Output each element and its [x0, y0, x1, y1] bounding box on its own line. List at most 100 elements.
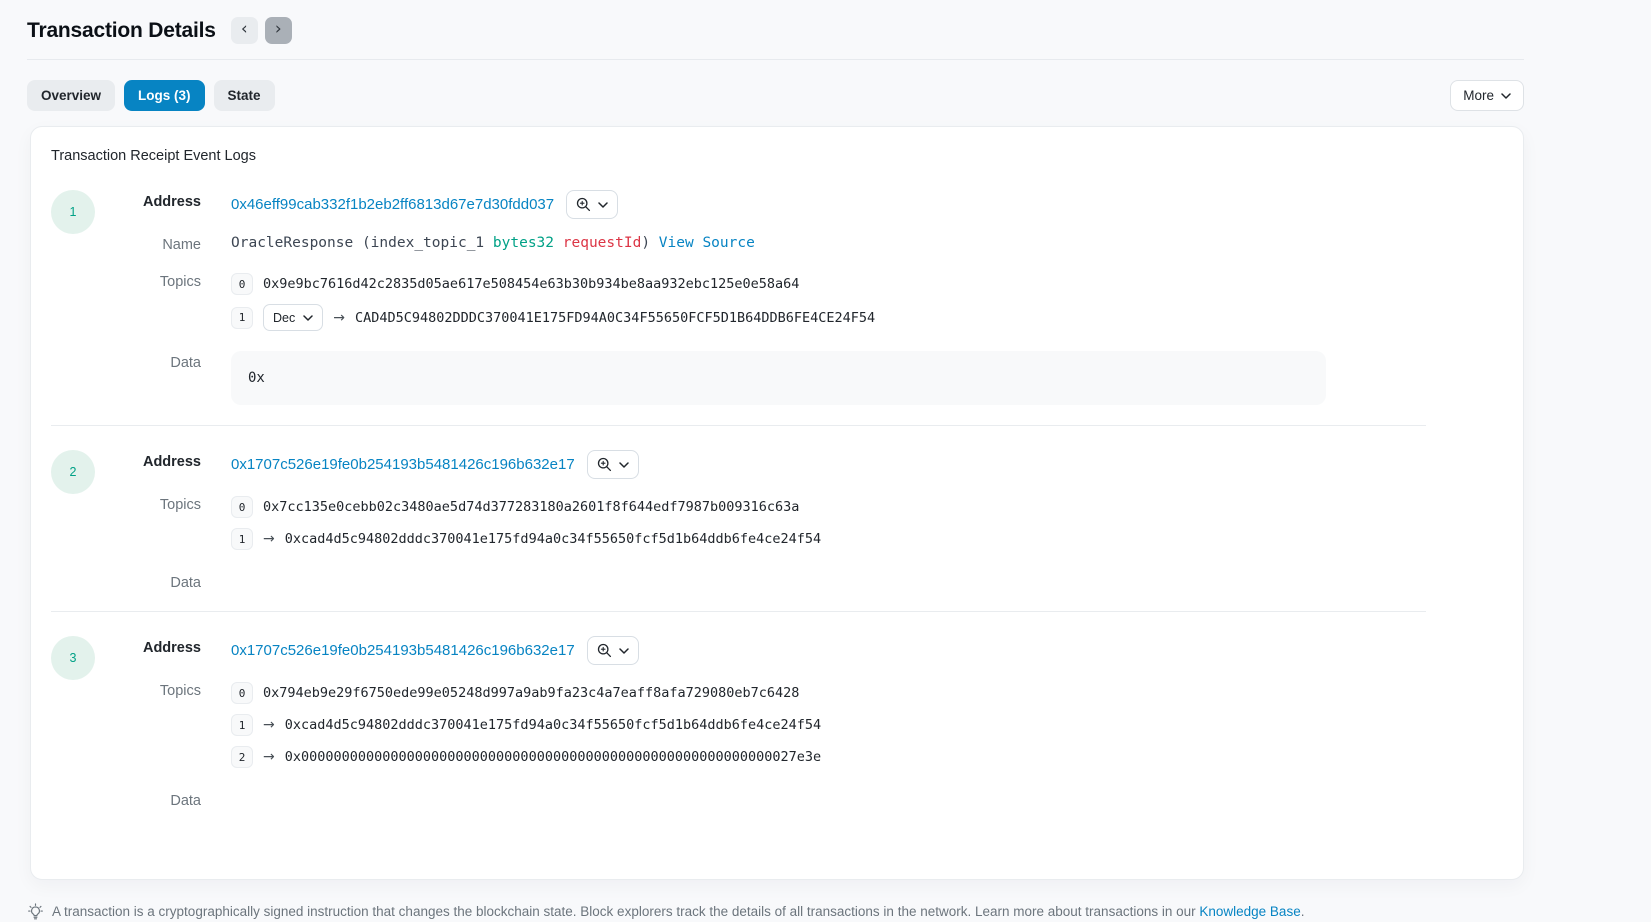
field-label-topics: Topics: [81, 679, 201, 699]
lightbulb-icon: [27, 903, 44, 920]
next-transaction-button[interactable]: ›: [265, 17, 292, 44]
page-header: Transaction Details ‹ ›: [0, 0, 1651, 59]
field-label-topics: Topics: [81, 493, 201, 513]
log-entry: 2Address0x1707c526e19fe0b254193b5481426c…: [51, 450, 1503, 591]
log-name-segment: bytes32: [493, 235, 554, 251]
log-address-line: 0x1707c526e19fe0b254193b5481426c196b632e…: [231, 450, 1503, 479]
log-index-badge: 2: [51, 450, 95, 494]
log-index-badge: 1: [51, 190, 95, 234]
topic-value: 0xcad4d5c94802dddc370041e175fd94a0c34f55…: [285, 531, 821, 547]
address-inspect-button[interactable]: [587, 636, 639, 665]
log-address-row: Address 0x46eff99cab332f1b2eb2ff6813d67e7…: [81, 190, 1503, 233]
log-address-line: 0x46eff99cab332f1b2eb2ff6813d67e7d30fdd0…: [231, 190, 1503, 219]
topic-row: 0 0x7cc135e0cebb02c3480ae5d74d377283180a2…: [231, 495, 1503, 519]
topic-value: 0x9e9bc7616d42c2835d05ae617e508454e63b30…: [263, 276, 799, 292]
knowledge-base-link[interactable]: Knowledge Base: [1199, 904, 1300, 919]
log-divider: [51, 425, 1426, 426]
tab-state[interactable]: State: [214, 80, 275, 111]
log-address-link[interactable]: 0x1707c526e19fe0b254193b5481426c196b632e…: [231, 642, 575, 659]
log-name-segment: ): [641, 235, 658, 251]
footer-text: A transaction is a cryptographically sig…: [52, 902, 1304, 922]
log-index-badge: 3: [51, 636, 95, 680]
log-address-row: Address0x1707c526e19fe0b254193b5481426c1…: [81, 450, 1503, 493]
topic-row: 1 Dec → CAD4D5C94802DDDC370041E175FD94A0C34…: [231, 304, 1503, 331]
chevron-down-icon: [619, 462, 629, 468]
logs-list: 1Address0x46eff99cab332f1b2eb2ff6813d67e…: [31, 190, 1523, 809]
field-label-data: Data: [81, 351, 201, 371]
log-topics-row: Topics 0 0x794eb9e29f6750ede99e05248d997a9…: [81, 679, 1503, 769]
log-name-segment: requestId: [563, 235, 642, 251]
log-topics-row: Topics 0 0x9e9bc7616d42c2835d05ae617e50845…: [81, 270, 1503, 331]
page-title: Transaction Details: [27, 19, 216, 43]
topic-index-badge: 1: [231, 307, 253, 329]
tab-overview[interactable]: Overview: [27, 80, 115, 111]
event-logs-card: Transaction Receipt Event Logs 1Address0…: [30, 126, 1524, 880]
log-name-segment: OracleResponse (index_topic_1: [231, 235, 493, 251]
magnifier-plus-icon: [597, 457, 612, 472]
topic-row: 1 → 0xcad4d5c94802dddc370041e175fd94a0c34f…: [231, 713, 1503, 737]
address-inspect-button[interactable]: [566, 190, 618, 219]
log-name-segment: [554, 235, 563, 251]
log-address-link[interactable]: 0x46eff99cab332f1b2eb2ff6813d67e7d30fdd0…: [231, 196, 554, 213]
chevron-left-icon: ‹: [241, 21, 248, 38]
tabs: Overview Logs (3) State: [27, 80, 275, 111]
card-heading: Transaction Receipt Event Logs: [31, 148, 1523, 164]
topic-index-badge: 1: [231, 528, 253, 550]
log-data-empty: [231, 789, 1503, 809]
log-address-line: 0x1707c526e19fe0b254193b5481426c196b632e…: [231, 636, 1503, 665]
log-data-row: Data 0x: [81, 351, 1503, 405]
log-name: OracleResponse (index_topic_1 bytes32 re…: [231, 233, 1503, 251]
log-entry: 1Address0x46eff99cab332f1b2eb2ff6813d67e…: [51, 190, 1503, 405]
magnifier-plus-icon: [576, 197, 591, 212]
view-source-link[interactable]: View Source: [659, 235, 755, 251]
topic-row: 2→0x000000000000000000000000000000000000…: [231, 745, 1503, 769]
arrow-right-icon: →: [263, 531, 275, 547]
footer-text-body: A transaction is a cryptographically sig…: [52, 904, 1199, 919]
more-button[interactable]: More: [1450, 80, 1524, 111]
topic-index-badge: 0: [231, 496, 253, 518]
log-name-row: Name OracleResponse (index_topic_1 bytes3…: [81, 233, 1503, 270]
footer-text-suffix: .: [1301, 904, 1305, 919]
topic-decoder-select[interactable]: Dec: [263, 304, 323, 331]
prev-transaction-button[interactable]: ‹: [231, 17, 258, 44]
arrow-right-icon: →: [263, 749, 275, 765]
page-footer: A transaction is a cryptographically sig…: [0, 880, 1651, 922]
topics-list: 0 0x7cc135e0cebb02c3480ae5d74d377283180a2…: [231, 493, 1503, 551]
chevron-right-icon: ›: [275, 21, 282, 38]
topic-row: 0 0x794eb9e29f6750ede99e05248d997a9ab9fa2…: [231, 681, 1503, 705]
topic-row: 0 0x9e9bc7616d42c2835d05ae617e508454e63b3…: [231, 272, 1503, 296]
arrow-right-icon: →: [263, 717, 275, 733]
topic-index-badge: 1: [231, 714, 253, 736]
field-label-data: Data: [81, 789, 201, 809]
address-inspect-button[interactable]: [587, 450, 639, 479]
topic-row: 1 → 0xcad4d5c94802dddc370041e175fd94a0c34f…: [231, 527, 1503, 551]
topic-index-badge: 0: [231, 682, 253, 704]
topic-value: CAD4D5C94802DDDC370041E175FD94A0C34F5565…: [355, 310, 875, 326]
topic-value: 0xcad4d5c94802dddc370041e175fd94a0c34f55…: [285, 717, 821, 733]
log-data-box: 0x: [231, 351, 1326, 405]
chevron-down-icon: [303, 315, 313, 321]
field-label-topics: Topics: [81, 270, 201, 290]
log-divider: [51, 611, 1426, 612]
topic-index-badge: 2: [231, 746, 253, 768]
field-label-name: Name: [81, 233, 201, 253]
arrow-right-icon: →: [333, 310, 345, 326]
chevron-down-icon: [619, 648, 629, 654]
tab-logs-3[interactable]: Logs (3): [124, 80, 205, 111]
topic-decoder-label: Dec: [273, 311, 295, 325]
topics-list: 0 0x9e9bc7616d42c2835d05ae617e508454e63b3…: [231, 270, 1503, 331]
log-entry: 3Address 0x1707c526e19fe0b254193b5481426c…: [51, 636, 1503, 809]
topics-list: 0 0x794eb9e29f6750ede99e05248d997a9ab9fa2…: [231, 679, 1503, 769]
log-address-link[interactable]: 0x1707c526e19fe0b254193b5481426c196b632e…: [231, 456, 575, 473]
topic-value: 0x7cc135e0cebb02c3480ae5d74d377283180a26…: [263, 499, 799, 515]
log-topics-row: Topics 0 0x7cc135e0cebb02c3480ae5d74d37728…: [81, 493, 1503, 551]
log-data-empty: [231, 571, 1503, 591]
magnifier-plus-icon: [597, 643, 612, 658]
chevron-down-icon: [1501, 93, 1511, 99]
field-label-address: Address: [81, 190, 201, 210]
field-label-address: Address: [81, 636, 201, 656]
log-data-row: Data: [81, 789, 1503, 809]
topic-index-badge: 0: [231, 273, 253, 295]
log-data-row: Data: [81, 571, 1503, 591]
topic-value: 0x794eb9e29f6750ede99e05248d997a9ab9fa23…: [263, 685, 799, 701]
